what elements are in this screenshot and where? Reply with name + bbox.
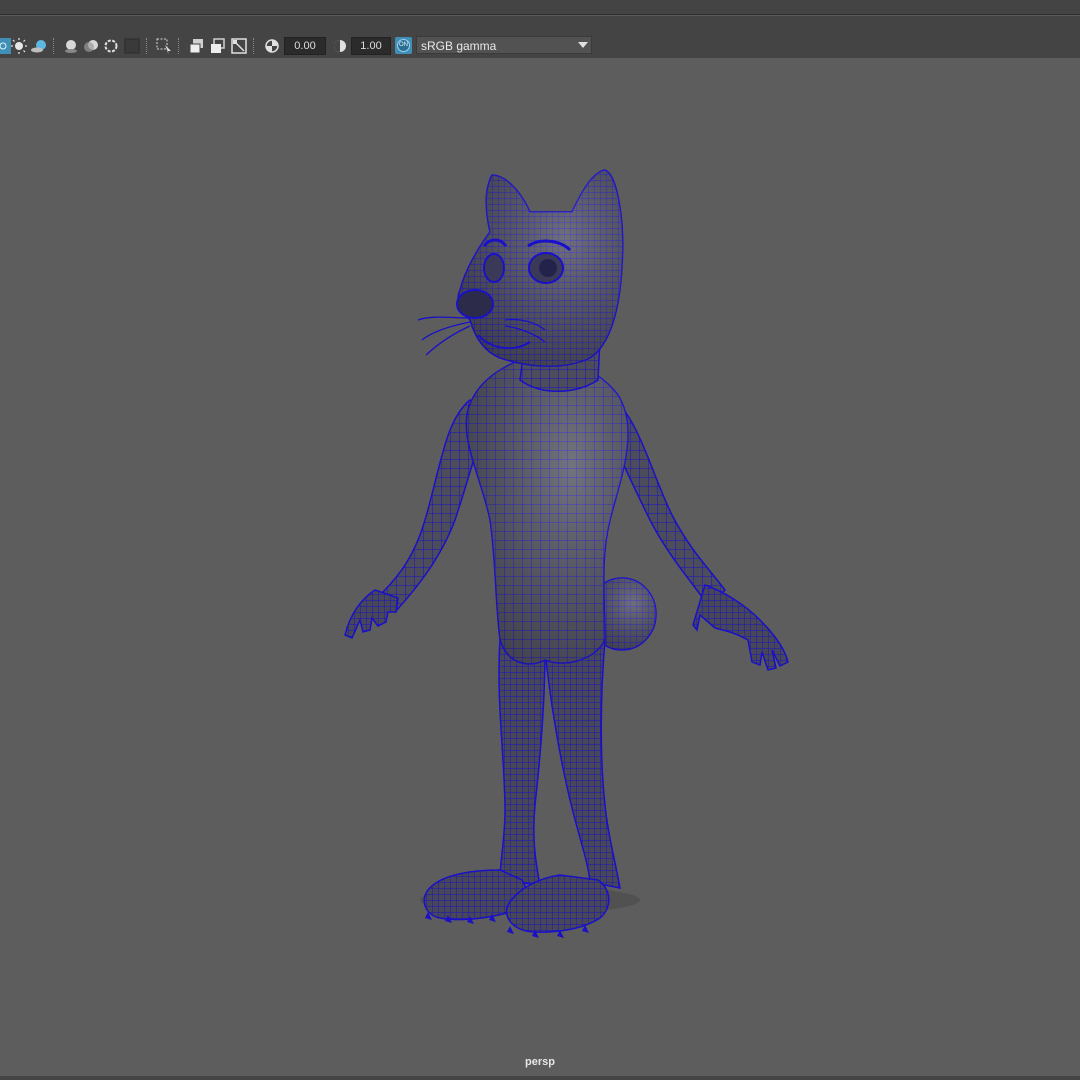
depth-of-field-icon[interactable] [123,37,141,55]
motion-blur-icon[interactable] [82,37,100,55]
xray-joints-icon[interactable] [209,37,227,55]
xray-icon[interactable] [188,37,206,55]
lights-icon[interactable] [10,37,28,55]
menu-strip [0,0,1080,15]
ambient-occlusion-icon[interactable] [62,37,80,55]
select-camera-icon[interactable] [155,37,173,55]
exposure-icon[interactable] [263,37,281,55]
gamma-icon[interactable] [331,37,349,55]
colorspace-dropdown[interactable]: sRGB gamma [416,36,592,54]
camera-label: persp [525,1056,555,1068]
exposure-field[interactable]: 0.00 [284,37,326,55]
shelf-gap [0,15,1080,34]
gamma-field[interactable]: 1.00 [351,37,391,55]
xray-components-icon[interactable] [230,37,248,55]
legs [498,639,621,889]
viewport-panel[interactable] [0,58,1080,1076]
dropdown-arrow-icon[interactable] [573,36,592,54]
feet [423,869,610,938]
color-management-badge: ON [397,39,410,52]
color-management-icon[interactable]: ON [395,37,412,54]
character-mesh[interactable] [0,58,1080,1076]
torso [465,359,629,665]
viewport-bottom-border [0,1076,1080,1080]
shadows-icon[interactable] [30,37,48,55]
anti-aliasing-icon[interactable] [102,37,120,55]
toolbar-separator [146,38,149,54]
head [417,169,624,367]
toolbar-separator [53,38,56,54]
toolbar-separator [253,38,256,54]
toolbar-separator [178,38,181,54]
